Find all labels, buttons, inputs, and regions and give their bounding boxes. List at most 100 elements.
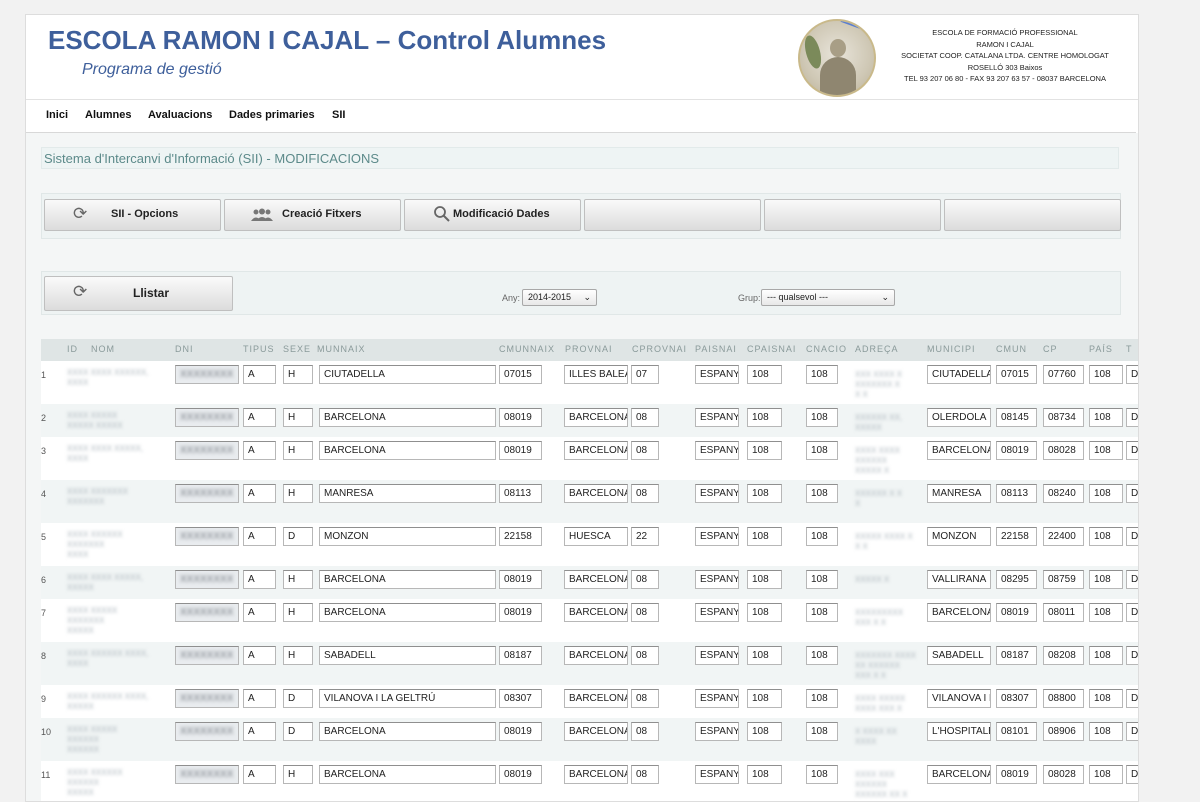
cnacio-field[interactable]: 108 — [806, 765, 838, 784]
sexe-field[interactable]: H — [283, 646, 313, 665]
paisnai-field[interactable]: ESPANYA — [695, 527, 739, 546]
cmun-field[interactable]: 08113 — [996, 484, 1037, 503]
cprovnai-field[interactable]: 08 — [631, 441, 659, 460]
cmun-field[interactable]: 08307 — [996, 689, 1037, 708]
cpaisnai-field[interactable]: 108 — [747, 570, 782, 589]
sexe-field[interactable]: H — [283, 570, 313, 589]
t-field[interactable]: D — [1126, 646, 1138, 665]
tipus-field[interactable]: A — [243, 484, 276, 503]
cnacio-field[interactable]: 108 — [806, 527, 838, 546]
cprovnai-field[interactable]: 08 — [631, 484, 659, 503]
cnacio-field[interactable]: 108 — [806, 365, 838, 384]
t-field[interactable]: D — [1126, 722, 1138, 741]
pais-field[interactable]: 108 — [1089, 765, 1123, 784]
table-row[interactable]: 10 XXXX XXXXX XXXXXX XXXXXX XXXXXXXX A D BARCEL… — [41, 718, 1138, 762]
cmun-field[interactable]: 08295 — [996, 570, 1037, 589]
column-header-cprovnai[interactable]: CPROVNAI — [632, 344, 687, 354]
pais-field[interactable]: 108 — [1089, 722, 1123, 741]
column-header-id[interactable]: ID — [67, 344, 78, 354]
paisnai-field[interactable]: ESPANYA — [695, 570, 739, 589]
pais-field[interactable]: 108 — [1089, 689, 1123, 708]
table-row[interactable]: 7 XXXX XXXXX XXXXXXX XXXXX XXXXXXXX A H BARCELO… — [41, 599, 1138, 643]
munnaix-field[interactable]: SABADELL — [319, 646, 496, 665]
cprovnai-field[interactable]: 08 — [631, 722, 659, 741]
table-row[interactable]: 11 XXXX XXXXXX XXXXXX XXXXX XXXXXXXX A H BARCEL… — [41, 761, 1138, 801]
sexe-field[interactable]: H — [283, 765, 313, 784]
provnai-field[interactable]: BARCELONA — [564, 689, 628, 708]
table-row[interactable]: 6 XXXX XXXX XXXXX, XXXXX XXXXXXXX A H BARCELON… — [41, 566, 1138, 600]
provnai-field[interactable]: BARCELONA — [564, 570, 628, 589]
municipi-field[interactable]: BARCELONA — [927, 765, 991, 784]
cmunnaix-field[interactable]: 08019 — [499, 408, 542, 427]
tipus-field[interactable]: A — [243, 408, 276, 427]
paisnai-field[interactable]: ESPANYA — [695, 484, 739, 503]
cp-field[interactable]: 08028 — [1043, 765, 1084, 784]
t-field[interactable]: D — [1126, 484, 1138, 503]
column-header-paisnai[interactable]: PAISNAI — [695, 344, 737, 354]
cmun-field[interactable]: 08019 — [996, 603, 1037, 622]
tipus-field[interactable]: A — [243, 441, 276, 460]
paisnai-field[interactable]: ESPANYA — [695, 441, 739, 460]
paisnai-field[interactable]: ESPANYA — [695, 408, 739, 427]
cmunnaix-field[interactable]: 08113 — [499, 484, 542, 503]
cp-field[interactable]: 22400 — [1043, 527, 1084, 546]
dni-field[interactable]: XXXXXXXX — [175, 365, 239, 384]
cmun-field[interactable]: 08019 — [996, 441, 1037, 460]
cmun-field[interactable]: 08187 — [996, 646, 1037, 665]
column-header-dni[interactable]: DNI — [175, 344, 194, 354]
cmun-field[interactable]: 08019 — [996, 765, 1037, 784]
provnai-field[interactable]: BARCELONA — [564, 603, 628, 622]
table-row[interactable]: 5 XXXX XXXXXX XXXXXXX XXXX XXXXXXXX A D MONZON 2… — [41, 523, 1138, 567]
cnacio-field[interactable]: 108 — [806, 689, 838, 708]
sexe-field[interactable]: D — [283, 689, 313, 708]
cp-field[interactable]: 08906 — [1043, 722, 1084, 741]
pais-field[interactable]: 108 — [1089, 484, 1123, 503]
provnai-field[interactable]: BARCELONA — [564, 484, 628, 503]
dni-field[interactable]: XXXXXXXX — [175, 527, 239, 546]
cpaisnai-field[interactable]: 108 — [747, 689, 782, 708]
provnai-field[interactable]: BARCELONA — [564, 722, 628, 741]
munnaix-field[interactable]: CIUTADELLA — [319, 365, 496, 384]
munnaix-field[interactable]: VILANOVA I LA GELTRÚ — [319, 689, 496, 708]
dni-field[interactable]: XXXXXXXX — [175, 646, 239, 665]
cnacio-field[interactable]: 108 — [806, 441, 838, 460]
t-field[interactable]: D — [1126, 365, 1138, 384]
munnaix-field[interactable]: BARCELONA — [319, 570, 496, 589]
municipi-field[interactable]: OLERDOLA — [927, 408, 991, 427]
sexe-field[interactable]: H — [283, 484, 313, 503]
munnaix-field[interactable]: BARCELONA — [319, 765, 496, 784]
cmunnaix-field[interactable]: 08307 — [499, 689, 542, 708]
cnacio-field[interactable]: 108 — [806, 570, 838, 589]
sexe-field[interactable]: D — [283, 722, 313, 741]
dni-field[interactable]: XXXXXXXX — [175, 603, 239, 622]
municipi-field[interactable]: VALLIRANA — [927, 570, 991, 589]
municipi-field[interactable]: MANRESA — [927, 484, 991, 503]
cnacio-field[interactable]: 108 — [806, 646, 838, 665]
tipus-field[interactable]: A — [243, 765, 276, 784]
column-header-cmunnaix[interactable]: CMUNNAIX — [499, 344, 555, 354]
municipi-field[interactable]: BARCELONA — [927, 603, 991, 622]
column-header-cp[interactable]: CP — [1043, 344, 1058, 354]
pais-field[interactable]: 108 — [1089, 646, 1123, 665]
cp-field[interactable]: 08208 — [1043, 646, 1084, 665]
dni-field[interactable]: XXXXXXXX — [175, 722, 239, 741]
column-header-adre-a[interactable]: ADREÇA — [855, 344, 899, 354]
menu-item-avaluacions[interactable]: Avaluacions — [148, 109, 212, 121]
tab-creacio-fitxers[interactable]: Creació Fitxers — [224, 199, 401, 231]
column-header-sexe[interactable]: SEXE — [283, 344, 311, 354]
table-row[interactable]: 3 XXXX XXXX XXXXX, XXXX XXXXXXXX A H BARCELONA… — [41, 437, 1138, 481]
tab-empty-4[interactable] — [584, 199, 761, 231]
column-header-provnai[interactable]: PROVNAI — [565, 344, 613, 354]
cp-field[interactable]: 08800 — [1043, 689, 1084, 708]
paisnai-field[interactable]: ESPANYA — [695, 365, 739, 384]
menu-item-inici[interactable]: Inici — [46, 109, 68, 121]
tipus-field[interactable]: A — [243, 527, 276, 546]
provnai-field[interactable]: BARCELONA — [564, 646, 628, 665]
t-field[interactable]: D — [1126, 408, 1138, 427]
cmunnaix-field[interactable]: 07015 — [499, 365, 542, 384]
municipi-field[interactable]: SABADELL — [927, 646, 991, 665]
sexe-field[interactable]: D — [283, 527, 313, 546]
cpaisnai-field[interactable]: 108 — [747, 441, 782, 460]
paisnai-field[interactable]: ESPANYA — [695, 689, 739, 708]
tipus-field[interactable]: A — [243, 603, 276, 622]
